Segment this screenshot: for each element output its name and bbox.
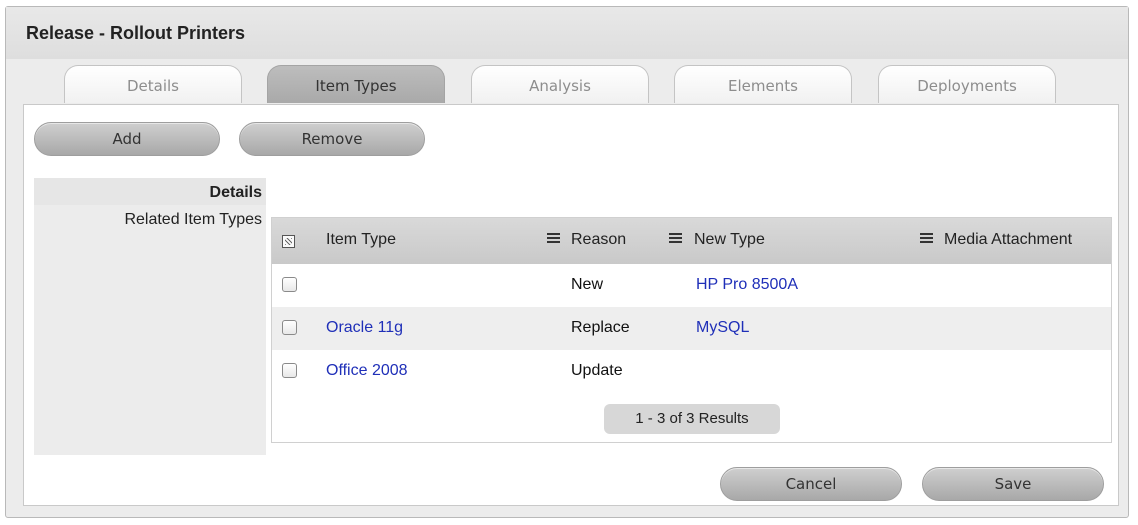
column-menu-icon[interactable] [547, 233, 560, 245]
column-header-media-attachment[interactable]: Media Attachment [944, 231, 1072, 249]
table-row: Oracle 11g Replace MySQL [272, 307, 1111, 350]
save-button[interactable]: Save [922, 467, 1104, 501]
pagination-results: 1 - 3 of 3 Results [604, 404, 780, 434]
column-menu-icon[interactable] [920, 233, 933, 245]
item-type-link[interactable]: Office 2008 [326, 362, 408, 380]
item-types-table: Item Type Reason New Type Media Attachme… [271, 217, 1112, 443]
table-row: New HP Pro 8500A [272, 264, 1111, 307]
reason-cell: Update [571, 362, 623, 379]
tab-deployments[interactable]: Deployments [878, 65, 1056, 103]
item-type-link[interactable]: Oracle 11g [326, 319, 403, 337]
select-all-checkbox[interactable] [282, 235, 295, 248]
table-row: Office 2008 Update [272, 350, 1111, 393]
new-type-link[interactable]: MySQL [696, 319, 749, 337]
tab-item-types[interactable]: Item Types [267, 65, 445, 103]
release-window: Release - Rollout Printers Details Item … [5, 6, 1129, 518]
column-menu-icon[interactable] [669, 233, 682, 245]
related-item-types-label: Related Item Types [124, 211, 262, 228]
details-sidebar: Details Related Item Types [34, 178, 266, 455]
row-checkbox[interactable] [282, 277, 297, 292]
related-item-types-row: Related Item Types [34, 205, 266, 455]
tab-analysis[interactable]: Analysis [471, 65, 649, 103]
column-header-new-type[interactable]: New Type [694, 231, 765, 249]
column-header-item-type[interactable]: Item Type [326, 231, 396, 249]
details-heading: Details [209, 184, 262, 201]
remove-button[interactable]: Remove [239, 122, 425, 156]
column-header-reason[interactable]: Reason [571, 231, 626, 249]
add-button[interactable]: Add [34, 122, 220, 156]
new-type-link[interactable]: HP Pro 8500A [696, 276, 798, 294]
row-checkbox[interactable] [282, 363, 297, 378]
tab-elements[interactable]: Elements [674, 65, 852, 103]
row-checkbox[interactable] [282, 320, 297, 335]
title-bar: Release - Rollout Printers [6, 7, 1128, 59]
reason-cell: New [571, 276, 604, 293]
page-title: Release - Rollout Printers [26, 23, 246, 43]
reason-cell: Replace [571, 319, 630, 336]
content-panel: Add Remove Details Related Item Types It… [23, 104, 1119, 506]
tab-details[interactable]: Details [64, 65, 242, 103]
table-header: Item Type Reason New Type Media Attachme… [272, 218, 1111, 264]
cancel-button[interactable]: Cancel [720, 467, 902, 501]
